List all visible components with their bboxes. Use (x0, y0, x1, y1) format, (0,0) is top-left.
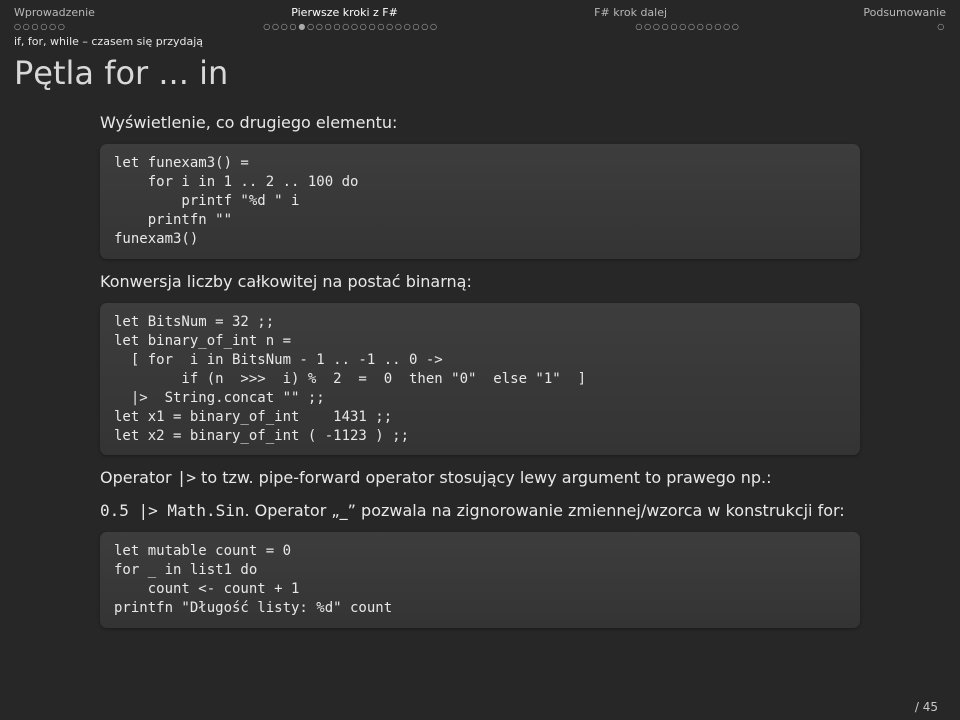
paragraph-1: Wyświetlenie, co drugiego elementu: (100, 112, 860, 134)
nav-krok-dalej[interactable]: F# krok dalej (594, 6, 667, 19)
slide-title: Pętla for ... in (0, 52, 960, 106)
paragraph-4: 0.5 |> Math.Sin. Operator „_” pozwala na… (100, 500, 860, 522)
p3-mid: to tzw. pipe-forward operator stosujący … (196, 468, 772, 487)
code-block-1: let funexam3() = for i in 1 .. 2 .. 100 … (100, 144, 860, 258)
dots-section-4: ○ (937, 22, 946, 31)
code-block-2: let BitsNum = 32 ;; let binary_of_int n … (100, 303, 860, 455)
paragraph-2: Konwersja liczby całkowitej na postać bi… (100, 271, 860, 293)
dots-section-1: ○○○○○○ (14, 22, 67, 31)
p3-pre: Operator (100, 468, 177, 487)
dots-section-3: ○○○○○○○○○○○○ (635, 22, 740, 31)
paragraph-3: Operator |> to tzw. pipe-forward operato… (100, 467, 860, 489)
p4-post: . Operator „_” pozwala na zignorowanie z… (245, 501, 845, 520)
pipe-operator: |> (177, 468, 196, 487)
nav-podsumowanie[interactable]: Podsumowanie (863, 6, 946, 19)
code-block-3: let mutable count = 0 for _ in list1 do … (100, 532, 860, 628)
nav-wprowadzenie[interactable]: Wprowadzenie (14, 6, 95, 19)
slide-counter: / 45 (915, 700, 938, 714)
nav-bar: Wprowadzenie Pierwsze kroki z F# F# krok… (0, 0, 960, 21)
slide-content: Wyświetlenie, co drugiego elementu: let … (0, 112, 960, 628)
p4-code: 0.5 |> Math.Sin (100, 501, 245, 520)
dots-section-2: ○○○○●○○○○○○○○○○○○○○○ (263, 22, 439, 31)
subsection-title: if, for, while – czasem się przydają (0, 33, 960, 52)
nav-pierwsze-kroki[interactable]: Pierwsze kroki z F# (291, 6, 398, 19)
progress-dots: ○○○○○○ ○○○○●○○○○○○○○○○○○○○○ ○○○○○○○○○○○○… (0, 21, 960, 33)
